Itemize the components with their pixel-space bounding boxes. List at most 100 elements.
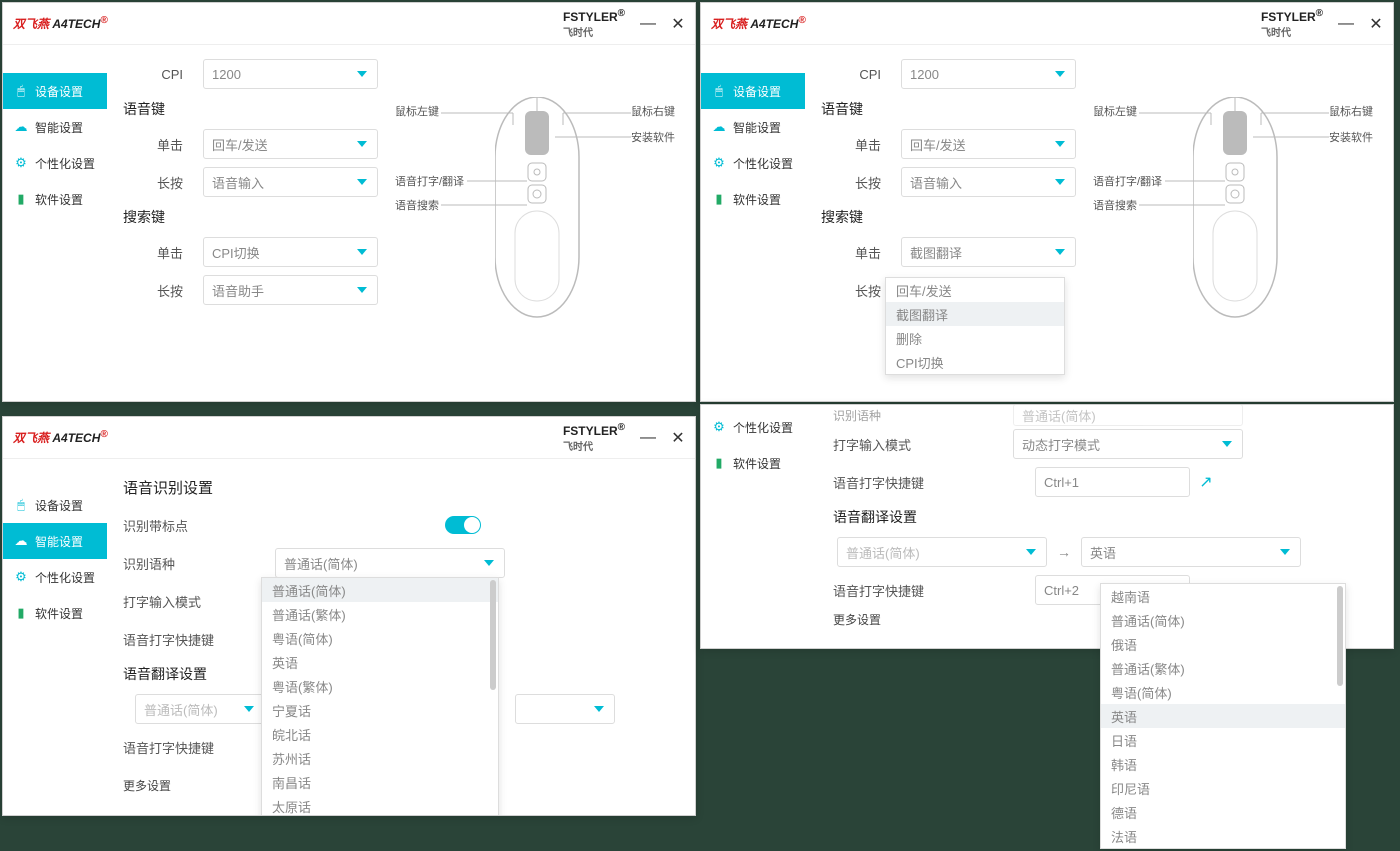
- trans-tgt-select[interactable]: [515, 694, 615, 724]
- more-label: 更多设置: [123, 777, 171, 794]
- dropdown-option[interactable]: 越南语: [1101, 584, 1345, 608]
- voice-recog-heading: 语音识别设置: [123, 477, 681, 498]
- cpi-select[interactable]: 1200: [901, 59, 1076, 89]
- hotkey2-label: 语音打字快捷键: [833, 581, 943, 600]
- minimize-button[interactable]: —: [641, 17, 655, 31]
- search-long-select[interactable]: 语音助手: [203, 275, 378, 305]
- single-click-label: 单击: [123, 135, 183, 154]
- dropdown-option[interactable]: 日语: [1101, 728, 1345, 752]
- dropdown-option[interactable]: 普通话(繁体): [1101, 656, 1345, 680]
- dropdown-option[interactable]: 英语: [1101, 704, 1345, 728]
- lang-select[interactable]: 普通话(简体): [1013, 405, 1243, 426]
- single-click-label: 单击: [123, 243, 183, 262]
- long-press-label: 长按: [821, 281, 881, 300]
- minimize-button[interactable]: —: [1339, 17, 1353, 31]
- dropdown-option[interactable]: 俄语: [1101, 632, 1345, 656]
- mode-label: 打字输入模式: [123, 592, 233, 611]
- search-single-select[interactable]: 截图翻译: [901, 237, 1076, 267]
- dropdown-option[interactable]: 德语: [1101, 800, 1345, 824]
- lang-select[interactable]: 普通话(简体): [275, 548, 505, 578]
- sidebar-item-smart[interactable]: ☁智能设置: [3, 109, 107, 145]
- brand-logo-left: 双飞燕 A4TECH®: [711, 15, 806, 32]
- sidebar-item-device[interactable]: 🖱设备设置: [3, 487, 107, 523]
- sidebar-item-personal[interactable]: ⚙个性化设置: [701, 409, 805, 445]
- dropdown-option[interactable]: 回车/发送: [886, 278, 1064, 302]
- sidebar-item-software[interactable]: ▮软件设置: [3, 181, 107, 217]
- cloud-icon: ☁: [13, 533, 29, 549]
- external-link-icon[interactable]: ↗: [1196, 472, 1216, 492]
- dropdown-option[interactable]: 普通话(简体): [262, 578, 498, 602]
- dropdown-option[interactable]: 太原话: [262, 794, 498, 815]
- mouse-diagram: 鼠标左键 鼠标右键 安装软件 语音打字/翻译 语音搜索: [1093, 97, 1373, 357]
- close-button[interactable]: ✕: [1369, 17, 1383, 31]
- close-button[interactable]: ✕: [671, 431, 685, 445]
- voice-single-select[interactable]: 回车/发送: [901, 129, 1076, 159]
- search-single-dropdown[interactable]: 回车/发送 截图翻译 删除 CPI切换: [885, 277, 1065, 375]
- dropdown-option[interactable]: 皖北话: [262, 722, 498, 746]
- sliders-icon: ⚙: [13, 155, 29, 171]
- sliders-icon: ⚙: [711, 155, 727, 171]
- dropdown-option[interactable]: 粤语(繁体): [262, 674, 498, 698]
- hotkey-input[interactable]: Ctrl+1: [1035, 467, 1190, 497]
- sidebar-item-personal[interactable]: ⚙个性化设置: [701, 145, 805, 181]
- punct-toggle[interactable]: [445, 516, 481, 534]
- dropdown-option[interactable]: 印尼语: [1101, 776, 1345, 800]
- sidebar-item-device[interactable]: 🖱设备设置: [3, 73, 107, 109]
- bookmark-icon: ▮: [711, 191, 727, 207]
- brand-logo-right: FSTYLER®飞时代: [1261, 8, 1323, 39]
- search-single-select[interactable]: CPI切换: [203, 237, 378, 267]
- cloud-icon: ☁: [711, 119, 727, 135]
- dropdown-option[interactable]: 普通话(繁体): [262, 602, 498, 626]
- mode-select[interactable]: 动态打字模式: [1013, 429, 1243, 459]
- sliders-icon: ⚙: [711, 419, 727, 435]
- bookmark-icon: ▮: [13, 605, 29, 621]
- mode-label: 打字输入模式: [833, 435, 943, 454]
- dropdown-option[interactable]: 南昌话: [262, 770, 498, 794]
- dropdown-option[interactable]: 删除: [886, 326, 1064, 350]
- lang-dropdown[interactable]: 普通话(简体) 普通话(繁体) 粤语(简体) 英语 粤语(繁体) 宁夏话 皖北话…: [261, 577, 499, 815]
- chevron-down-icon: [1045, 238, 1075, 266]
- chevron-down-icon: [1045, 60, 1075, 88]
- long-press-label: 长按: [821, 173, 881, 192]
- sidebar-item-personal[interactable]: ⚙个性化设置: [3, 145, 107, 181]
- sidebar-item-software[interactable]: ▮软件设置: [3, 595, 107, 631]
- dropdown-option[interactable]: 法语: [1101, 824, 1345, 848]
- scrollbar[interactable]: [490, 580, 496, 690]
- sidebar-item-software[interactable]: ▮软件设置: [701, 445, 805, 481]
- sidebar-item-smart[interactable]: ☁智能设置: [701, 109, 805, 145]
- trans-src-select[interactable]: 普通话(简体): [135, 694, 265, 724]
- dropdown-option[interactable]: 宁夏话: [262, 698, 498, 722]
- scrollbar[interactable]: [1337, 586, 1343, 686]
- chevron-down-icon: [347, 130, 377, 158]
- dropdown-option[interactable]: 韩语: [1101, 752, 1345, 776]
- dropdown-option[interactable]: 西班牙语: [1101, 848, 1345, 849]
- more-label: 更多设置: [833, 611, 881, 628]
- voice-single-select[interactable]: 回车/发送: [203, 129, 378, 159]
- sidebar-item-smart[interactable]: ☁智能设置: [3, 523, 107, 559]
- dropdown-option[interactable]: 截图翻译: [886, 302, 1064, 326]
- chevron-down-icon: [347, 238, 377, 266]
- chevron-down-icon: [347, 60, 377, 88]
- dropdown-option[interactable]: 英语: [262, 650, 498, 674]
- trans-tgt-select[interactable]: 英语: [1081, 537, 1301, 567]
- voice-long-select[interactable]: 语音输入: [901, 167, 1076, 197]
- dropdown-option[interactable]: CPI切换: [886, 350, 1064, 374]
- hotkey-label: 语音打字快捷键: [123, 630, 233, 649]
- mouse-diagram: 鼠标左键 鼠标右键 安装软件 语音打字/翻译 语音搜索: [395, 97, 675, 357]
- chevron-down-icon: [1212, 430, 1242, 458]
- trans-tgt-dropdown[interactable]: 越南语 普通话(简体) 俄语 普通话(繁体) 粤语(简体) 英语 日语 韩语 印…: [1100, 583, 1346, 849]
- chevron-down-icon: [347, 168, 377, 196]
- sliders-icon: ⚙: [13, 569, 29, 585]
- close-button[interactable]: ✕: [671, 17, 685, 31]
- sidebar-item-software[interactable]: ▮软件设置: [701, 181, 805, 217]
- dropdown-option[interactable]: 苏州话: [262, 746, 498, 770]
- trans-src-select[interactable]: 普通话(简体): [837, 537, 1047, 567]
- cpi-select[interactable]: 1200: [203, 59, 378, 89]
- sidebar-item-device[interactable]: 🖱设备设置: [701, 73, 805, 109]
- dropdown-option[interactable]: 粤语(简体): [1101, 680, 1345, 704]
- dropdown-option[interactable]: 粤语(简体): [262, 626, 498, 650]
- voice-long-select[interactable]: 语音输入: [203, 167, 378, 197]
- dropdown-option[interactable]: 普通话(简体): [1101, 608, 1345, 632]
- minimize-button[interactable]: —: [641, 431, 655, 445]
- sidebar-item-personal[interactable]: ⚙个性化设置: [3, 559, 107, 595]
